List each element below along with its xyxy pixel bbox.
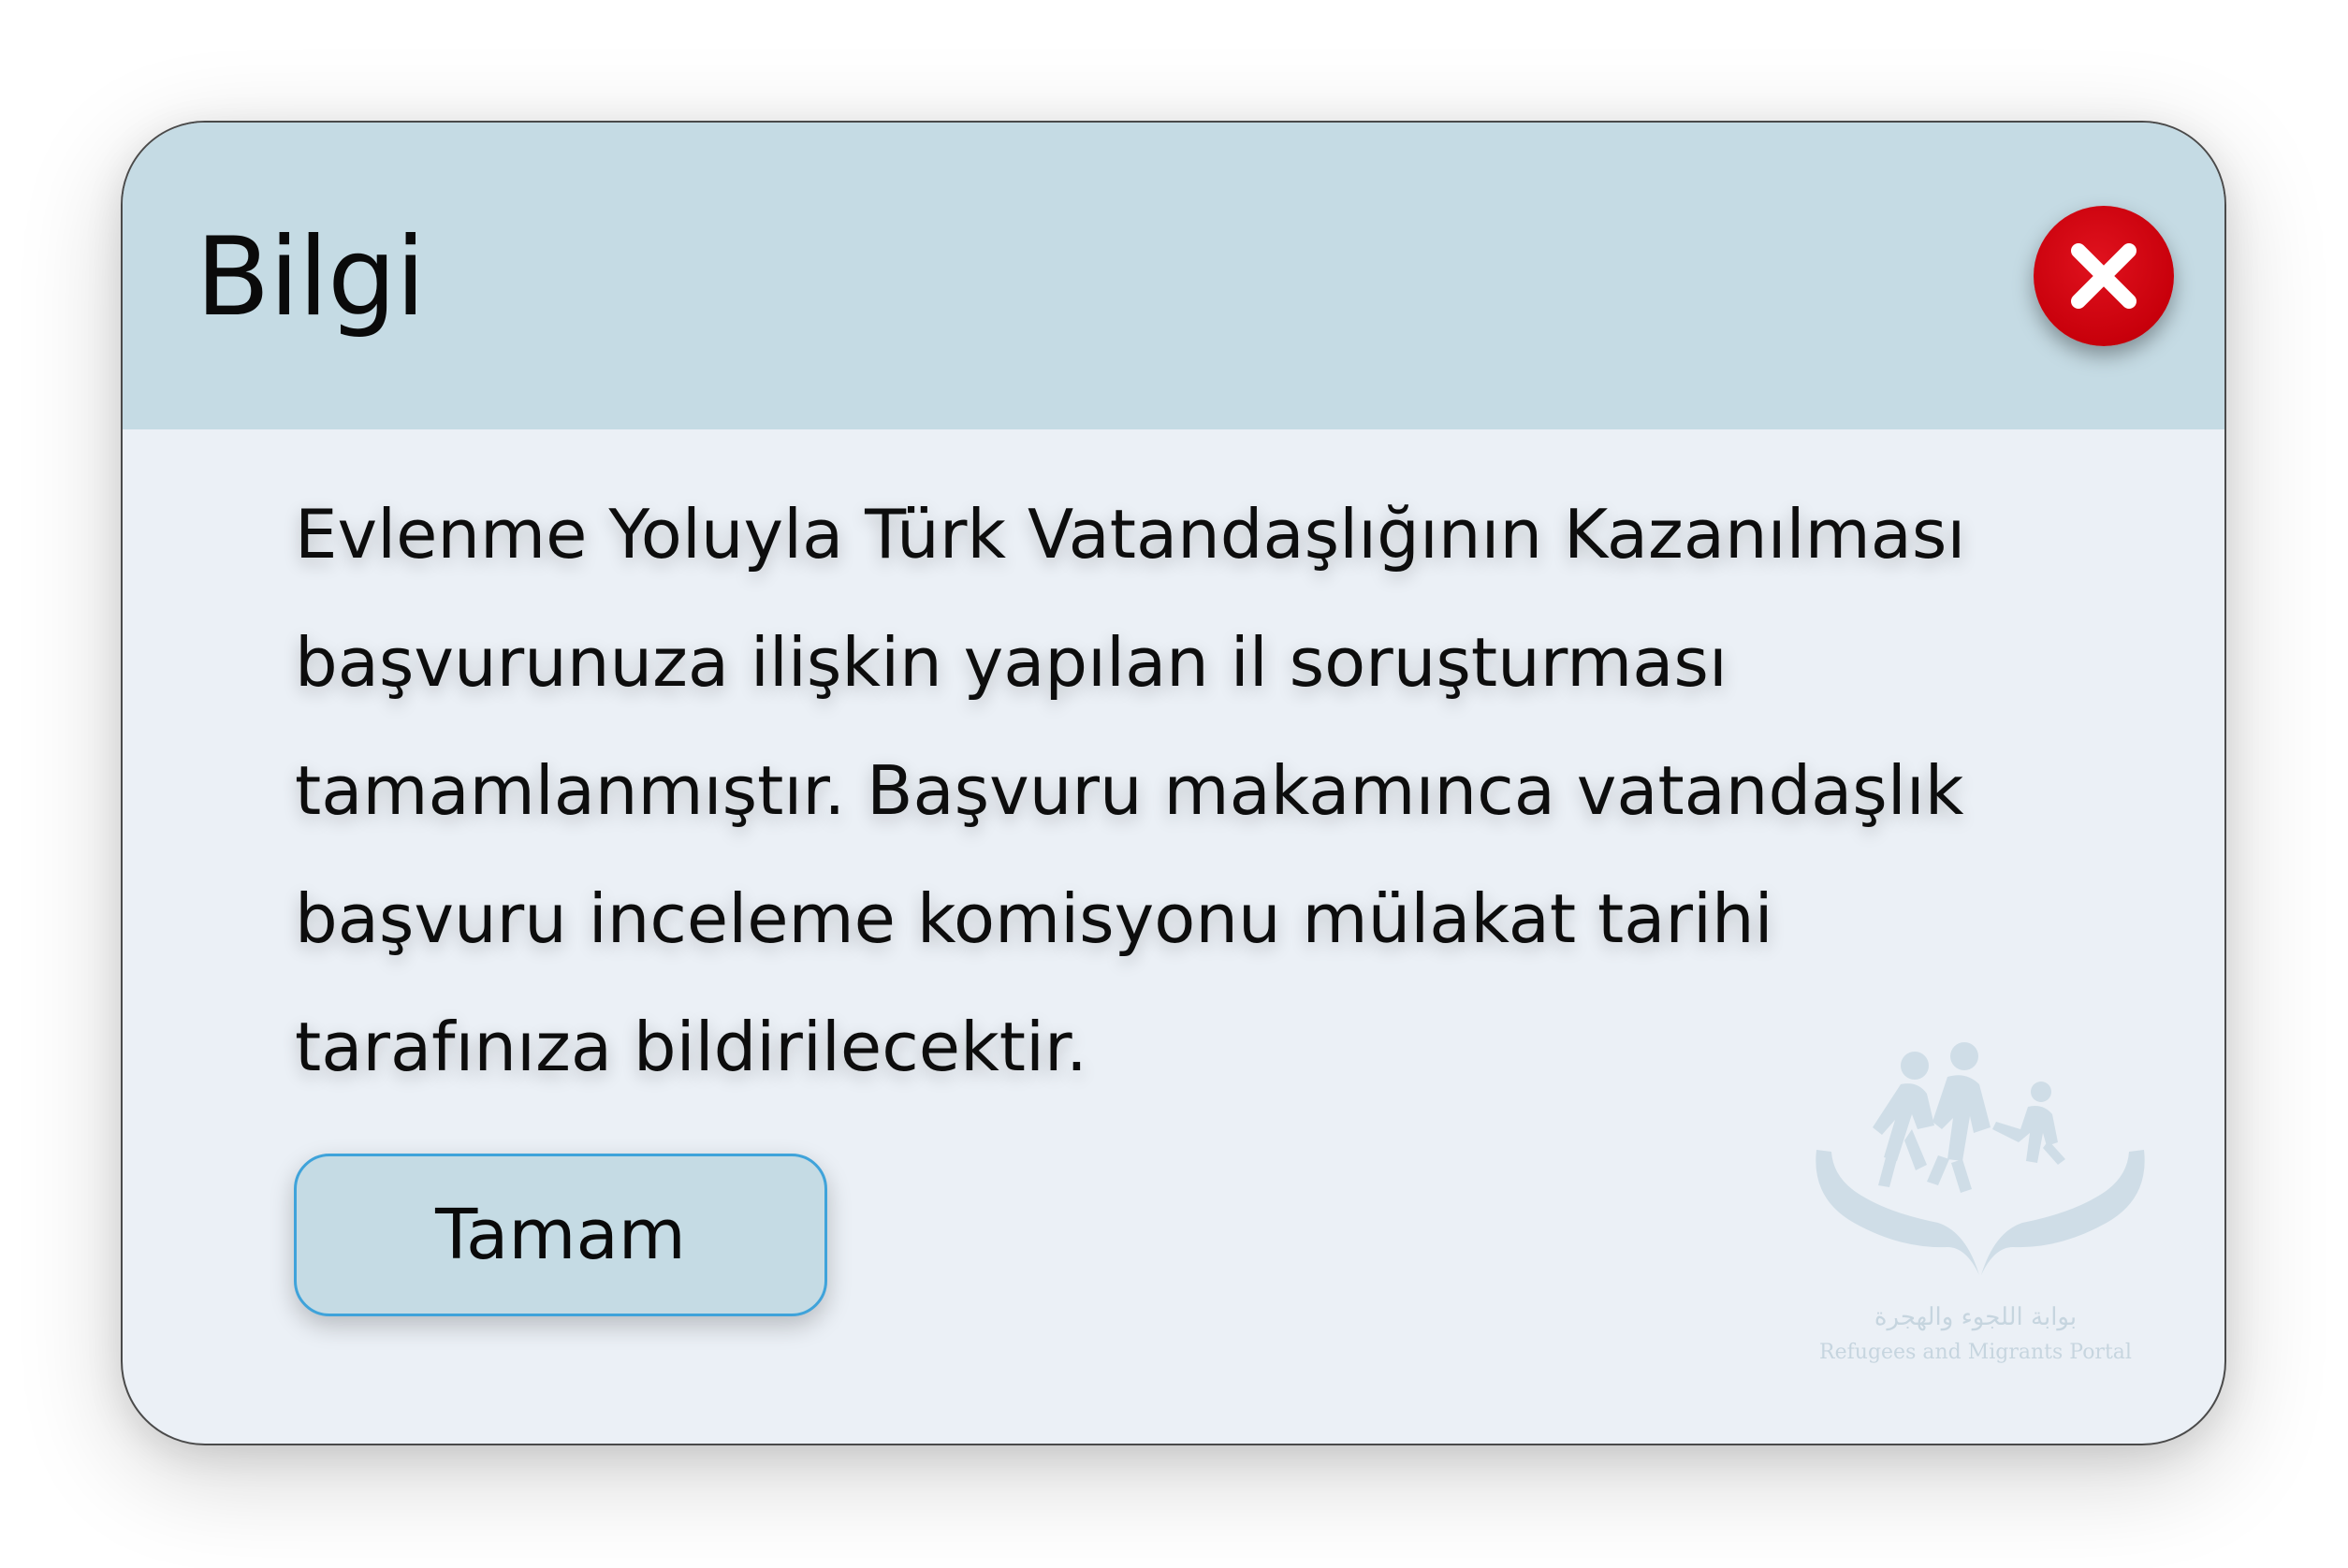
watermark-arabic-text: بوابة اللجوء والهجرة	[1874, 1303, 2078, 1331]
watermark-english-text: Refugees and Migrants Portal	[1819, 1341, 2132, 1364]
dialog-header: Bilgi	[123, 123, 2224, 429]
info-dialog: Bilgi Evlenme Yoluyla Türk Vatandaşlığın…	[121, 121, 2226, 1445]
close-button[interactable]	[2034, 206, 2174, 346]
dialog-title: Bilgi	[196, 214, 426, 341]
close-x-icon	[2071, 243, 2137, 309]
ok-button[interactable]: Tamam	[294, 1154, 827, 1316]
portal-watermark: بوابة اللجوء والهجرة Refugees and Migran…	[1770, 1039, 2181, 1395]
dialog-message: Evlenme Yoluyla Türk Vatandaşlığının Kaz…	[295, 495, 1966, 1086]
family-hands-logo	[1816, 1042, 2145, 1275]
